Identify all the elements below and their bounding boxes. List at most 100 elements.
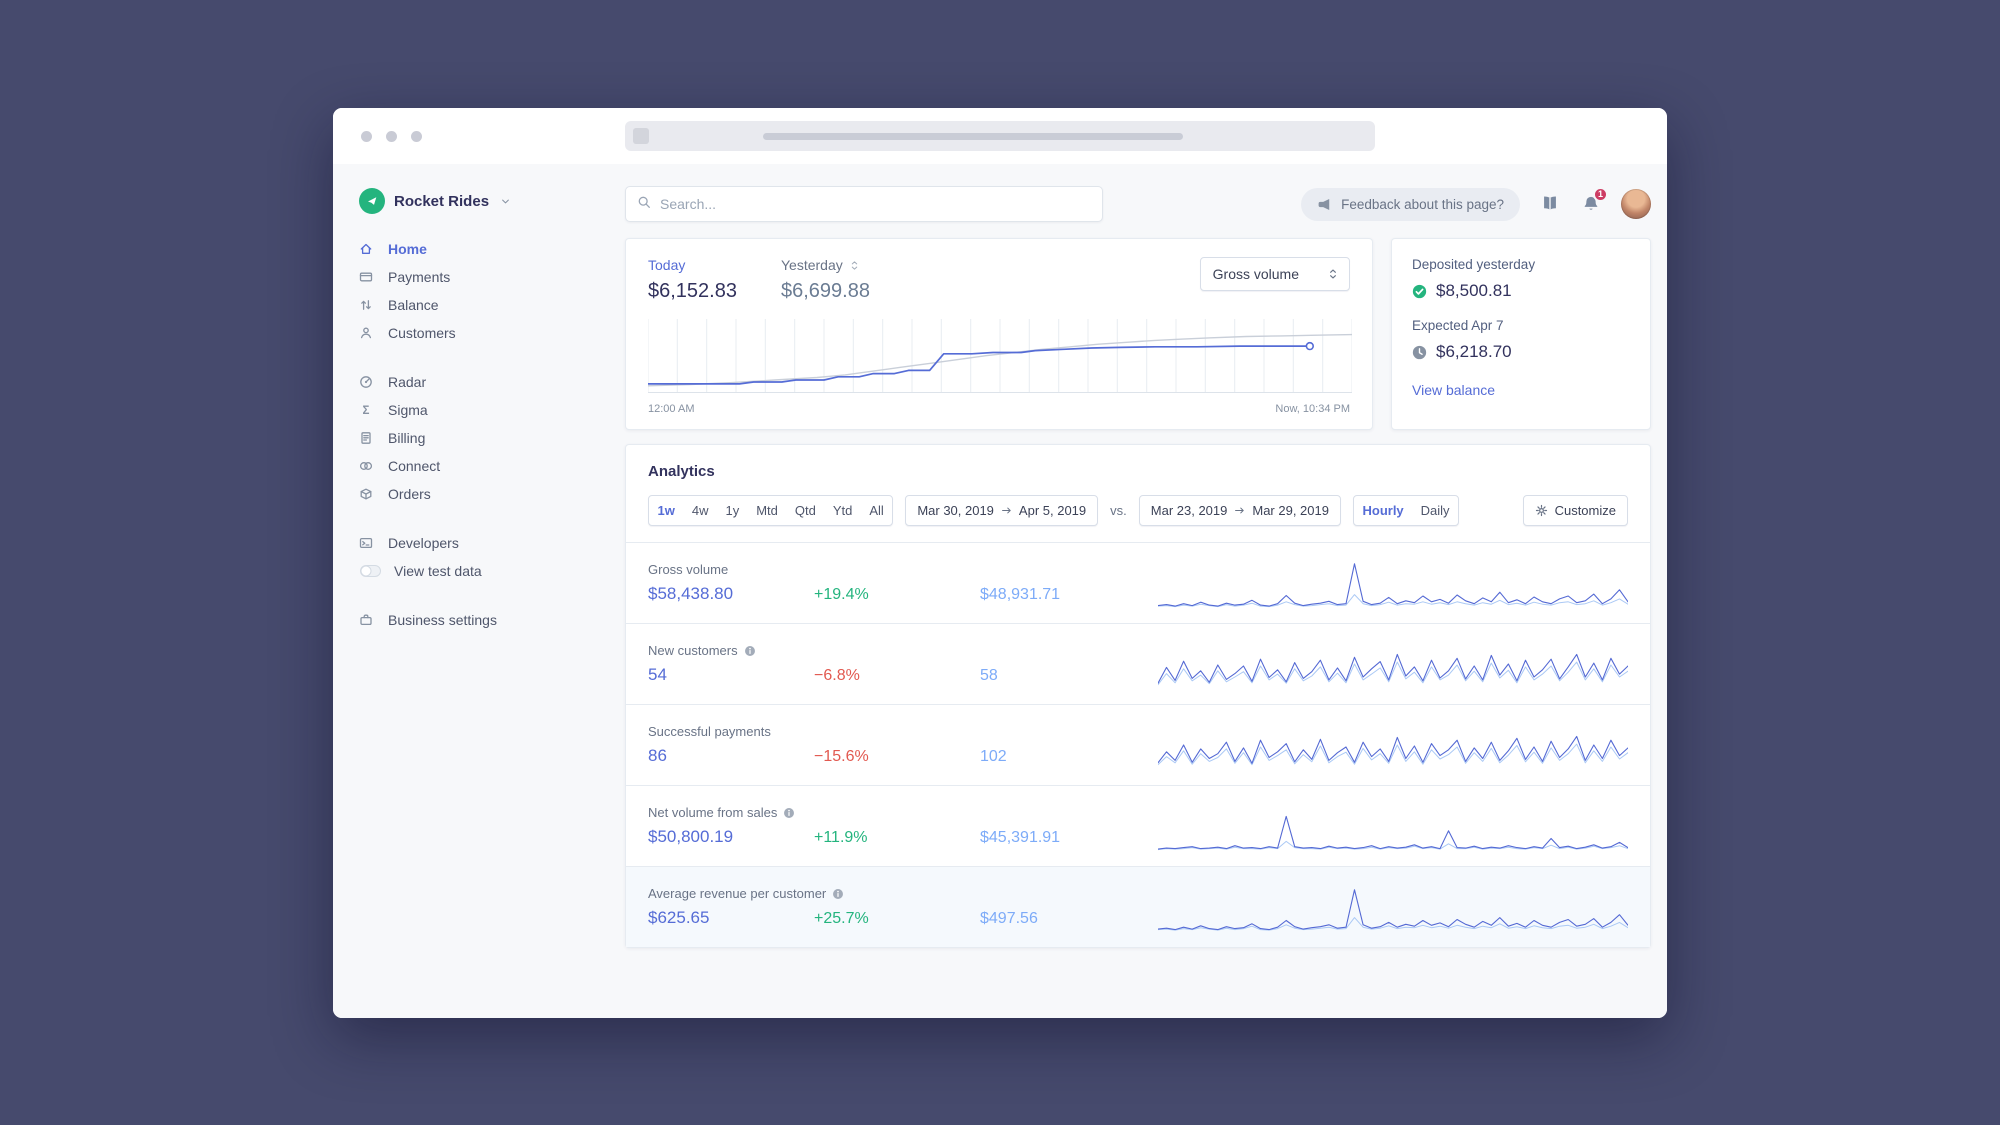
sidebar-item-label: Balance (388, 297, 439, 313)
check-circle-icon (1412, 284, 1427, 299)
sidebar-nav: Home Payments Balance Customers Radar Σ Sigma B… (359, 235, 603, 634)
search-box[interactable] (625, 186, 1103, 222)
search-input[interactable] (660, 196, 1091, 212)
date-range-current[interactable]: Mar 30, 2019 Apr 5, 2019 (905, 495, 1099, 526)
analytics-controls: 1w 4w 1y Mtd Qtd Ytd All Mar 30, 2019 Apr 5, 2… (626, 495, 1650, 542)
toggle-icon[interactable] (359, 563, 382, 579)
x-axis-end-label: Now, 10:34 PM (1275, 403, 1350, 415)
metric-row-successful-payments[interactable]: Successful payments 86 −15.6% 102 (626, 704, 1650, 785)
info-icon[interactable] (832, 888, 844, 900)
sidebar-item-balance[interactable]: Balance (359, 291, 603, 319)
yesterday-tab[interactable]: Yesterday (781, 257, 870, 273)
range-tab-1w[interactable]: 1w (649, 496, 683, 525)
yesterday-label: Yesterday (780, 257, 843, 273)
notification-badge: 1 (1593, 186, 1608, 202)
deposited-row: $8,500.81 (1412, 281, 1630, 301)
brand-name: Rocket Rides (394, 192, 490, 210)
metric-row-average-revenue-per-customer[interactable]: Average revenue per customer $625.65 +25.7… (626, 866, 1650, 947)
today-tab[interactable]: Today (648, 257, 737, 273)
range-tab-ytd[interactable]: Ytd (824, 496, 861, 525)
metric-select[interactable]: Gross volume (1199, 257, 1350, 291)
notifications-button[interactable]: 1 (1580, 186, 1608, 217)
sidebar-item-home[interactable]: Home (359, 235, 603, 263)
range-tab-qtd[interactable]: Qtd (786, 496, 824, 525)
range-tab-4w[interactable]: 4w (683, 496, 717, 525)
today-label: Today (648, 257, 686, 273)
url-skeleton (763, 132, 1183, 140)
customers-icon (359, 326, 376, 340)
sidebar-group: Developers View test data (359, 529, 603, 585)
metric-label: Average revenue per customer (648, 886, 827, 901)
metric-previous-value: 58 (980, 667, 998, 684)
radar-icon (359, 375, 376, 389)
docs-button[interactable] (1539, 192, 1561, 217)
sidebar-item-orders[interactable]: Orders (359, 480, 603, 508)
metric-previous-value: $497.56 (980, 910, 1038, 927)
date-range-current-start: Mar 30, 2019 (917, 503, 994, 518)
overview-header: Today $6,152.83 Yesterday $6,699.88 Gros… (648, 257, 1350, 303)
metric-label: Net volume from sales (648, 805, 778, 820)
metric-row-net-volume-from-sales[interactable]: Net volume from sales $50,800.19 +11.9% $45… (626, 785, 1650, 866)
range-tab-all[interactable]: All (861, 496, 892, 525)
deposited-label: Deposited yesterday (1412, 257, 1536, 272)
sidebar-item-sigma[interactable]: Σ Sigma (359, 396, 603, 424)
granularity-tab-daily[interactable]: Daily (1412, 496, 1458, 525)
payments-icon (359, 270, 376, 284)
metric-details: Average revenue per customer $625.65 +25.7… (648, 886, 1158, 928)
date-range-compare-end: Mar 29, 2019 (1252, 503, 1329, 518)
window-control-dot[interactable] (386, 131, 397, 142)
metric-details: Successful payments 86 −15.6% 102 (648, 724, 1158, 766)
metric-details: Gross volume $58,438.80 +19.4% $48,931.71 (648, 562, 1158, 604)
view-balance-link[interactable]: View balance (1412, 382, 1495, 398)
address-bar[interactable] (625, 121, 1375, 151)
metric-value: $50,800.19 (648, 827, 734, 846)
sidebar-item-label: View test data (394, 563, 482, 579)
feedback-button[interactable]: Feedback about this page? (1301, 187, 1520, 221)
metric-label-row: Net volume from sales (648, 805, 1158, 820)
metric-values: 54 −6.8% 58 (648, 665, 1158, 685)
sidebar-item-label: Home (388, 241, 427, 257)
developers-icon (359, 536, 376, 550)
avatar[interactable] (1621, 189, 1651, 219)
sidebar-item-view-test-data[interactable]: View test data (359, 557, 603, 585)
sidebar-item-payments[interactable]: Payments (359, 263, 603, 291)
metric-values: $50,800.19 +11.9% $45,391.91 (648, 827, 1158, 847)
orders-icon (359, 487, 376, 501)
window-controls[interactable] (361, 131, 422, 142)
settings-icon (359, 613, 376, 627)
sidebar-item-radar[interactable]: Radar (359, 368, 603, 396)
customize-button[interactable]: Customize (1522, 495, 1628, 526)
range-tab-1y[interactable]: 1y (717, 496, 748, 525)
sidebar-item-developers[interactable]: Developers (359, 529, 603, 557)
metric-label-row: Gross volume (648, 562, 1158, 577)
analytics-card: Analytics 1w 4w 1y Mtd Qtd Ytd All Mar 30, 201… (625, 444, 1651, 948)
metric-delta: +25.7% (814, 910, 869, 927)
account-switcher[interactable]: Rocket Rides (359, 188, 603, 214)
info-icon[interactable] (744, 645, 756, 657)
main-content: Feedback about this page? 1 (613, 164, 1667, 1018)
metric-row-gross-volume[interactable]: Gross volume $58,438.80 +19.4% $48,931.71 (626, 542, 1650, 623)
info-icon[interactable] (783, 807, 795, 819)
date-range-compare[interactable]: Mar 23, 2019 Mar 29, 2019 (1138, 495, 1341, 526)
range-tab-mtd[interactable]: Mtd (748, 496, 787, 525)
granularity-tab-hourly[interactable]: Hourly (1354, 496, 1412, 525)
sidebar-item-label: Connect (388, 458, 441, 474)
sidebar-item-billing[interactable]: Billing (359, 424, 603, 452)
app-root: Rocket Rides Home Payments Balance Customer… (333, 164, 1667, 1018)
window-control-dot[interactable] (411, 131, 422, 142)
metric-sparkline (1158, 719, 1628, 771)
sidebar-item-customers[interactable]: Customers (359, 319, 603, 347)
search-icon (637, 195, 651, 214)
metric-row-new-customers[interactable]: New customers 54 −6.8% 58 (626, 623, 1650, 704)
metric-delta: −6.8% (814, 667, 860, 684)
window-control-dot[interactable] (361, 131, 372, 142)
date-range-compare-start: Mar 23, 2019 (1150, 503, 1228, 518)
clock-icon (1412, 345, 1427, 360)
select-updown-icon (1327, 268, 1339, 280)
sidebar-item-label: Customers (388, 325, 456, 341)
metric-label-row: Average revenue per customer (648, 886, 1158, 901)
arrow-right-icon (1001, 505, 1012, 516)
sidebar-item-business-settings[interactable]: Business settings (359, 606, 603, 634)
metric-label-row: New customers (648, 643, 1158, 658)
sidebar-item-connect[interactable]: Connect (359, 452, 603, 480)
